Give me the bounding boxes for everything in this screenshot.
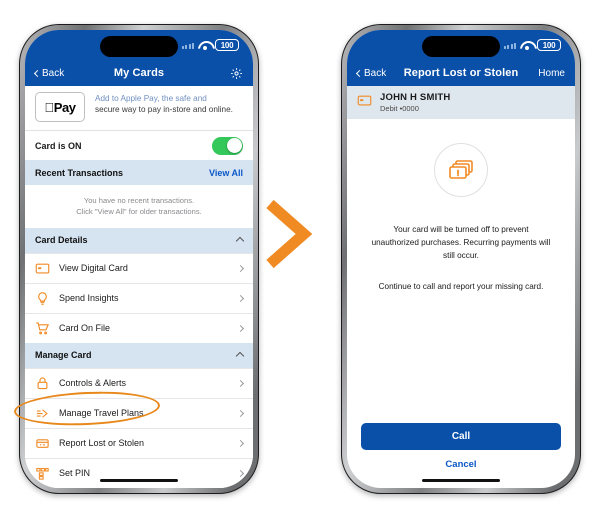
card-icon xyxy=(35,261,50,276)
no-transactions-message: You have no recent transactions. Click "… xyxy=(25,185,253,228)
card-status-toggle[interactable] xyxy=(212,136,243,155)
lock-icon xyxy=(35,376,50,391)
menu-item-manage-travel-plans[interactable]: Manage Travel Plans xyxy=(25,397,253,428)
settings-button[interactable] xyxy=(197,67,243,80)
status-icons: 100 xyxy=(181,39,239,51)
warning-message: Your card will be turned off to prevent … xyxy=(371,225,551,261)
chevron-right-icon xyxy=(236,264,245,272)
left-status-bar: 100 xyxy=(25,30,253,60)
recent-transactions-title: Recent Transactions xyxy=(35,167,124,178)
manage-card-header[interactable]: Manage Card xyxy=(25,342,253,368)
menu-item-report-lost-or-stolen[interactable]: Report Lost or Stolen xyxy=(25,427,253,458)
chevron-right-icon xyxy=(236,294,245,302)
menu-item-set-pin[interactable]: Set PIN xyxy=(25,457,253,488)
home-indicator xyxy=(100,478,178,482)
cards-exclamation-icon xyxy=(434,143,488,197)
cta-area: Call Cancel xyxy=(347,423,575,470)
status-icons: 100 xyxy=(503,39,561,51)
toggle-knob xyxy=(226,138,242,153)
card-on-off-row[interactable]: Card is ON xyxy=(25,130,253,160)
cancel-button[interactable]: Cancel xyxy=(361,459,561,470)
menu-label: Spend Insights xyxy=(59,293,119,304)
right-top-blue-area: 100 Back Report Lost or Stolen Home xyxy=(347,30,575,86)
battery-indicator: 100 xyxy=(537,39,561,51)
left-nav-bar: Back My Cards xyxy=(25,60,253,86)
apple-pay-text-clipped: Add to Apple Pay, the safe and xyxy=(95,94,207,103)
menu-item-controls-alerts[interactable]: Controls & Alerts xyxy=(25,367,253,398)
menu-item-card-on-file[interactable]: Card On File xyxy=(25,312,253,343)
home-indicator xyxy=(422,478,500,482)
menu-label: Card On File xyxy=(59,323,111,334)
card-type-and-number: Debit •0000 xyxy=(380,104,419,113)
call-button[interactable]: Call xyxy=(361,423,561,450)
continue-message: Continue to call and report your missing… xyxy=(378,282,544,292)
chevron-right-icon xyxy=(236,439,245,447)
chevron-right-icon xyxy=(236,379,245,387)
chevron-right-icon xyxy=(236,324,245,332)
menu-label: Set PIN xyxy=(59,468,91,479)
recent-transactions-header: Recent Transactions View All xyxy=(25,160,253,185)
wifi-icon xyxy=(520,40,533,50)
left-scroll-content[interactable]: Pay Add to Apple Pay, the safe and secu… xyxy=(25,86,253,488)
chevron-left-icon xyxy=(33,69,42,77)
card-details-header[interactable]: Card Details xyxy=(25,227,253,253)
dynamic-island xyxy=(422,36,500,57)
empty-line-1: You have no recent transactions. xyxy=(83,196,195,205)
left-top-blue-area: 100 Back My Cards xyxy=(25,30,253,86)
chevron-right-icon xyxy=(236,469,245,477)
right-nav-bar: Back Report Lost or Stolen Home xyxy=(347,60,575,86)
card-alert-icon xyxy=(35,436,50,451)
lightbulb-icon xyxy=(35,291,50,306)
card-holder-banner: JOHN H SMITH Debit •0000 xyxy=(347,86,575,119)
shopping-cart-icon xyxy=(35,321,50,336)
menu-label: Report Lost or Stolen xyxy=(59,438,145,449)
apple-pay-badge: Pay xyxy=(35,92,85,122)
card-status-label: Card is ON xyxy=(35,140,82,151)
alert-illustration xyxy=(347,119,575,197)
menu-label: Manage Travel Plans xyxy=(59,408,144,419)
signal-icon xyxy=(181,41,194,49)
home-label: Home xyxy=(538,67,565,79)
card-details-title: Card Details xyxy=(35,235,88,246)
signal-icon xyxy=(503,41,516,49)
right-phone-device: 100 Back Report Lost or Stolen Home JOHN… xyxy=(341,24,581,494)
empty-line-2: Click "View All" for older transactions. xyxy=(76,207,202,217)
home-button[interactable]: Home xyxy=(519,68,565,79)
chevron-right-icon xyxy=(236,409,245,417)
left-phone-screen: 100 Back My Cards Pay Add to Apple Pay, … xyxy=(25,30,253,488)
page-title: My Cards xyxy=(113,67,165,79)
chevron-left-icon xyxy=(355,69,364,77)
flow-arrow xyxy=(262,196,316,277)
gear-icon xyxy=(230,67,243,80)
back-button[interactable]: Back xyxy=(33,67,81,79)
battery-indicator: 100 xyxy=(215,39,239,51)
back-button[interactable]: Back xyxy=(355,67,403,79)
apple-pay-text: Add to Apple Pay, the safe and secure wa… xyxy=(95,92,233,115)
card-icon xyxy=(357,93,372,113)
right-phone-screen: 100 Back Report Lost or Stolen Home JOHN… xyxy=(347,30,575,488)
view-all-link[interactable]: View All xyxy=(209,168,243,178)
back-label: Back xyxy=(364,67,387,79)
airplane-icon xyxy=(35,406,50,421)
right-status-bar: 100 xyxy=(347,30,575,60)
cardholder-name: JOHN H SMITH xyxy=(380,92,451,103)
apple-pay-text-body: secure way to pay in-store and online. xyxy=(95,105,233,115)
menu-item-spend-insights[interactable]: Spend Insights xyxy=(25,282,253,313)
menu-item-view-digital-card[interactable]: View Digital Card xyxy=(25,252,253,283)
chevron-up-icon xyxy=(235,352,245,361)
apple-pay-promo: Pay Add to Apple Pay, the safe and secu… xyxy=(25,86,253,130)
back-label: Back xyxy=(42,67,65,79)
keypad-icon xyxy=(35,466,50,481)
menu-label: Controls & Alerts xyxy=(59,378,127,389)
page-title: Report Lost or Stolen xyxy=(403,67,519,79)
left-phone-device: 100 Back My Cards Pay Add to Apple Pay, … xyxy=(19,24,259,494)
dynamic-island xyxy=(100,36,178,57)
wifi-icon xyxy=(198,40,211,50)
menu-label: View Digital Card xyxy=(59,263,128,274)
chevron-up-icon xyxy=(235,237,245,246)
screenshot-stage: 100 Back My Cards Pay Add to Apple Pay, … xyxy=(0,0,600,514)
manage-card-title: Manage Card xyxy=(35,350,92,361)
